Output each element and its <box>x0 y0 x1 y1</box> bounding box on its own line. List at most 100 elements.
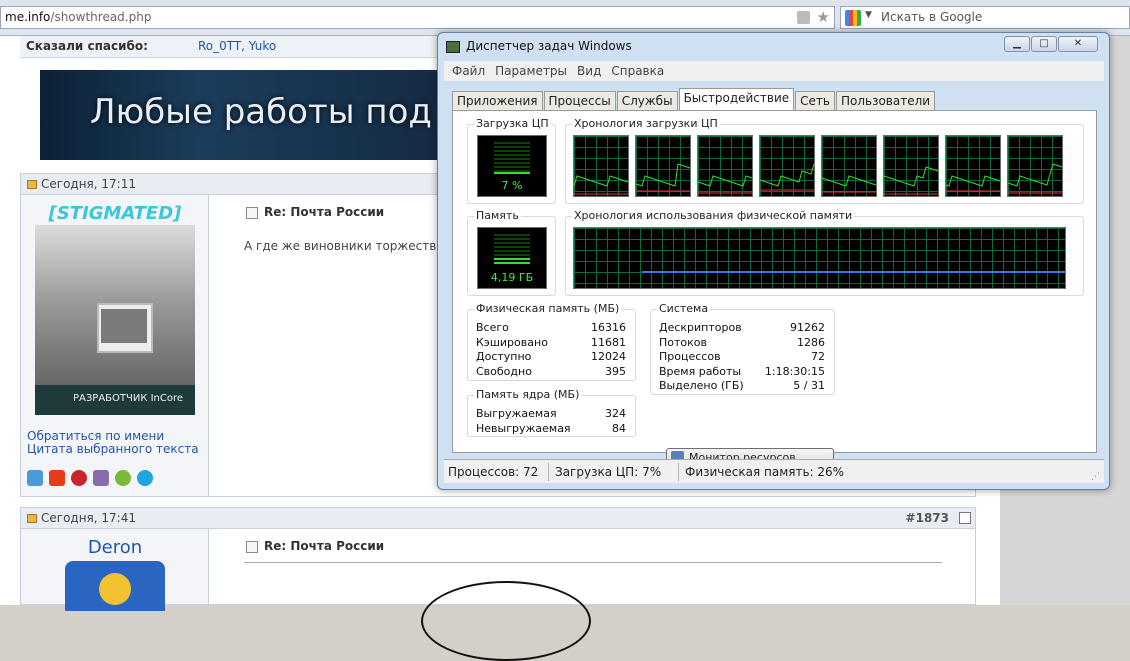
post-doc-icon <box>246 540 258 553</box>
rss-icon[interactable] <box>797 11 810 24</box>
post-title: Re: Почта России <box>246 539 384 553</box>
post-doc-icon <box>246 206 258 219</box>
close-button[interactable]: ✕ <box>1058 36 1098 52</box>
cpu-usage-label: Загрузка ЦП <box>474 117 551 130</box>
tab-bar: Приложения Процессы Службы Быстродействи… <box>452 88 936 110</box>
menu-file[interactable]: Файл <box>452 64 485 78</box>
mention-link[interactable]: Обратиться по имени <box>27 429 164 443</box>
cpu-total-line <box>636 163 691 187</box>
keyboard-icon[interactable] <box>93 470 109 486</box>
physical-memory-title: Физическая память (МБ) <box>474 302 622 315</box>
window-title: Диспетчер задач Windows <box>446 39 632 53</box>
cpu-total-line <box>822 175 877 187</box>
stat-value: 12024 <box>591 350 626 363</box>
tab-performance[interactable]: Быстродействие <box>678 88 795 110</box>
icq-icon[interactable] <box>115 470 131 486</box>
post-sidebar: [STIGMATED] РАЗРАБОТЧИК InCore Обратитьс… <box>21 195 209 496</box>
cpu-total-line <box>884 166 939 187</box>
system-group: Система Дескрипторов 91262 Потоков 1286 Проц… <box>650 302 835 395</box>
stat-value: 5 / 31 <box>793 379 825 392</box>
memory-meter: 4,19 ГБ <box>477 227 547 289</box>
post-icon <box>27 180 37 189</box>
profile-icon[interactable] <box>27 470 43 486</box>
chevron-down-icon[interactable]: ▼ <box>865 10 872 20</box>
tab-network[interactable]: Сеть <box>795 91 835 110</box>
cpu-core-graph <box>1007 135 1063 197</box>
stat-row: Невыгружаемая 84 <box>476 422 626 436</box>
post-date: Сегодня, 17:11 <box>41 177 136 191</box>
stat-label: Дескрипторов <box>659 321 742 334</box>
memory-group: Память 4,19 ГБ <box>467 209 556 296</box>
cpu-usage-value: 7 % <box>501 179 523 192</box>
address-bar[interactable]: me.info/showthread.php ★ <box>0 6 835 29</box>
divider <box>244 562 942 563</box>
google-icon[interactable] <box>845 10 861 26</box>
username[interactable]: [STIGMATED] <box>21 203 209 224</box>
system-title: Система <box>657 302 711 315</box>
quote-link[interactable]: Цитата выбранного текста <box>27 442 199 456</box>
status-processes: Процессов: 72 <box>448 465 539 479</box>
post-text: А где же виновники торжеств <box>244 239 437 253</box>
stat-value: 1:18:30:15 <box>764 364 825 378</box>
stat-value: 84 <box>612 421 626 435</box>
tab-users[interactable]: Пользователи <box>835 91 936 110</box>
cpu-history-group: Хронология загрузки ЦП <box>565 117 1084 204</box>
select-checkbox[interactable] <box>959 512 971 524</box>
cpu-core-graph <box>573 135 629 197</box>
tab-services[interactable]: Службы <box>616 91 678 110</box>
post-image <box>421 581 591 661</box>
stat-label: Кэшировано <box>476 335 548 349</box>
search-input[interactable]: ▼ Искать в Google <box>840 6 1130 29</box>
cpu-usage-meter: 7 % <box>477 135 547 197</box>
avatar-emblem <box>99 573 131 605</box>
maximize-button[interactable]: □ <box>1031 36 1057 52</box>
memory-history-group: Хронология использования физической памя… <box>565 209 1084 296</box>
stat-row: Процессов 72 <box>659 350 825 364</box>
stat-label: Невыгружаемая <box>476 421 571 435</box>
post: Deron Re: Почта России <box>20 529 976 661</box>
kernel-memory-title: Память ядра (МБ) <box>474 388 582 401</box>
stat-label: Выгружаемая <box>476 407 557 420</box>
thanks-label: Сказали спасибо: <box>26 39 148 53</box>
power-icon[interactable] <box>71 470 87 486</box>
stat-value: 91262 <box>790 321 825 334</box>
stat-label: Потоков <box>659 335 707 349</box>
cpu-core-graph <box>821 135 877 197</box>
post-title: Re: Почта России <box>246 205 384 219</box>
stat-value: 395 <box>605 364 626 378</box>
menu-options[interactable]: Параметры <box>495 64 567 78</box>
tab-processes[interactable]: Процессы <box>543 91 616 110</box>
pm-icon[interactable] <box>49 470 65 486</box>
cpu-core-graph <box>883 135 939 197</box>
stat-row: Время работы 1:18:30:15 <box>659 365 825 379</box>
username[interactable]: Deron <box>21 537 209 558</box>
stat-value: 72 <box>811 350 825 363</box>
minimize-button[interactable]: ▁ <box>1004 36 1030 52</box>
star-icon[interactable]: ★ <box>817 8 830 26</box>
screen-image <box>101 309 147 343</box>
tab-applications[interactable]: Приложения <box>452 91 543 110</box>
stat-row: Всего 16316 <box>476 321 626 335</box>
skype-icon[interactable] <box>137 470 153 486</box>
thanks-users[interactable]: Ro_0TT, Yuko <box>198 39 276 53</box>
task-manager-window: Диспетчер задач Windows ▁ □ ✕ Файл Параме… <box>437 32 1110 490</box>
resize-grip[interactable]: ⋰ <box>1091 472 1100 482</box>
stat-label: Всего <box>476 321 509 334</box>
stat-label: Свободно <box>476 364 532 378</box>
post-number[interactable]: #1873 <box>906 511 949 525</box>
status-divider <box>548 463 549 481</box>
post-sidebar: Deron <box>21 529 209 611</box>
stat-row: Выделено (ГБ) 5 / 31 <box>659 379 825 393</box>
menu-view[interactable]: Вид <box>577 64 601 78</box>
menu-help[interactable]: Справка <box>611 64 664 78</box>
stat-row: Выгружаемая 324 <box>476 407 626 421</box>
status-bar: Процессов: 72 Загрузка ЦП: 7% Физическая… <box>444 459 1104 483</box>
post-header: Сегодня, 17:41 #1873 <box>20 507 976 529</box>
stat-value: 324 <box>605 407 626 420</box>
status-memory: Физическая память: 26% <box>685 465 845 479</box>
cpu-total-line <box>1008 163 1063 187</box>
ad-banner[interactable]: Любые работы под <box>40 70 440 160</box>
memory-history-line <box>642 270 1065 273</box>
cpu-history-label: Хронология загрузки ЦП <box>572 117 720 130</box>
stat-label: Доступно <box>476 350 532 363</box>
